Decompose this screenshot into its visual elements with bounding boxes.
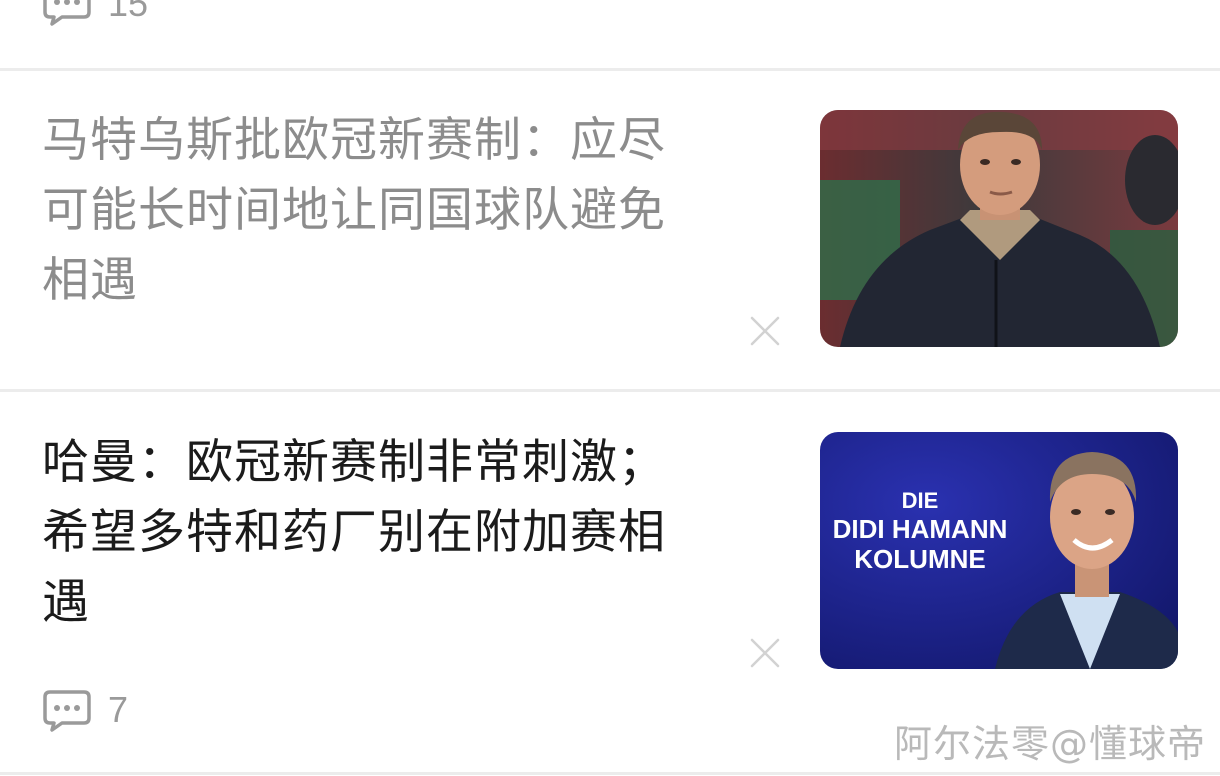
title-line: 希望多特和药厂别在附加赛相 xyxy=(42,505,666,560)
article-title[interactable]: 马特乌斯批欧冠新赛制：应尽 可能长时间地让同国球队避免 相遇 xyxy=(42,106,772,316)
article-thumbnail[interactable]: DIE DIDI HAMANN KOLUMNE xyxy=(820,432,1178,669)
title-line: 可能长时间地让同国球队避免 xyxy=(42,183,666,238)
comment-count: 7 xyxy=(108,689,129,730)
comment-button[interactable]: 15 xyxy=(42,0,148,26)
close-icon[interactable] xyxy=(748,314,782,348)
comment-bubble-icon xyxy=(42,688,92,732)
divider xyxy=(0,772,1220,775)
article-card-matthaus[interactable]: 马特乌斯批欧冠新赛制：应尽 可能长时间地让同国球队避免 相遇 xyxy=(0,71,1220,389)
thumbnail-caption-name: DIDI HAMANN xyxy=(832,514,1008,544)
comment-count: 15 xyxy=(108,0,149,24)
previous-article-footer: 15 xyxy=(0,0,1220,70)
close-icon[interactable] xyxy=(748,636,782,670)
title-line: 哈曼：欧冠新赛制非常刺激； xyxy=(42,435,666,490)
article-title[interactable]: 哈曼：欧冠新赛制非常刺激； 希望多特和药厂别在附加赛相 遇 xyxy=(42,428,772,638)
article-thumbnail[interactable] xyxy=(820,110,1178,347)
title-line: 相遇 xyxy=(42,253,138,308)
comment-button[interactable]: 7 xyxy=(42,688,128,732)
title-line: 遇 xyxy=(42,575,90,630)
title-line: 马特乌斯批欧冠新赛制：应尽 xyxy=(42,113,666,168)
watermark: 阿尔法零@懂球帝 xyxy=(893,722,1206,766)
thumbnail-caption-kolumne: KOLUMNE xyxy=(854,544,986,574)
news-feed: 15 马特乌斯批欧冠新赛制：应尽 可能长时间地让同国球队避免 相遇 哈曼：欧冠新… xyxy=(0,0,1220,776)
thumbnail-caption-die: DIE xyxy=(901,488,939,513)
comment-bubble-icon xyxy=(42,0,92,26)
